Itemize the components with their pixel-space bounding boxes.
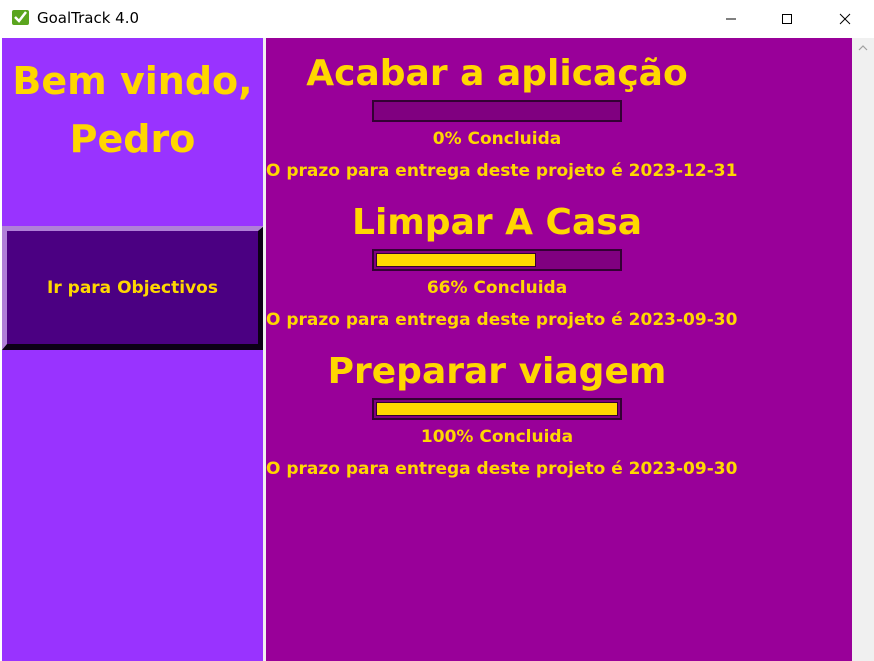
vertical-scrollbar[interactable] [852, 38, 874, 661]
close-button[interactable] [816, 0, 874, 37]
goal-progress-text: 100% Concluida [420, 427, 574, 447]
goal-item: Limpar A Casa 66% Concluida O prazo para… [266, 201, 738, 330]
goal-title: Preparar viagem [327, 351, 667, 392]
goal-progress-bar [372, 398, 622, 420]
sidebar: Bem vindo, Pedro Ir para Objectivos [2, 38, 264, 661]
minimize-icon [726, 18, 736, 19]
welcome-greeting: Bem vindo, [12, 59, 253, 103]
welcome-message: Bem vindo, Pedro [2, 52, 263, 168]
go-to-goals-button[interactable]: Ir para Objectivos [2, 226, 264, 350]
minimize-button[interactable] [702, 0, 760, 37]
check-icon [12, 10, 29, 25]
goal-progress-fill [376, 402, 618, 416]
maximize-button[interactable] [758, 0, 816, 37]
goal-progress-bar [372, 249, 622, 271]
goal-deadline: O prazo para entrega deste projeto é 202… [266, 161, 738, 181]
goal-progress-text: 66% Concluida [426, 278, 568, 298]
maximize-icon [782, 13, 792, 24]
goal-title: Acabar a aplicação [306, 53, 688, 94]
window-title: GoalTrack 4.0 [37, 9, 140, 27]
welcome-user-name: Pedro [69, 117, 196, 161]
scroll-up-button[interactable] [852, 38, 874, 58]
close-icon [839, 13, 851, 24]
goal-progress-text: 0% Concluida [432, 129, 562, 149]
goal-item: Acabar a aplicação 0% Concluida O prazo … [266, 52, 738, 181]
goal-deadline: O prazo para entrega deste projeto é 202… [266, 459, 738, 479]
goal-progress-bar [372, 100, 622, 122]
goal-item: Preparar viagem 100% Concluida O prazo p… [266, 350, 738, 479]
title-bar: GoalTrack 4.0 [0, 0, 874, 37]
goal-deadline: O prazo para entrega deste projeto é 202… [266, 310, 738, 330]
goals-panel: Acabar a aplicação 0% Concluida O prazo … [266, 38, 852, 661]
chevron-up-icon [858, 45, 868, 51]
goal-title: Limpar A Casa [352, 202, 642, 243]
goal-progress-fill [376, 253, 536, 267]
